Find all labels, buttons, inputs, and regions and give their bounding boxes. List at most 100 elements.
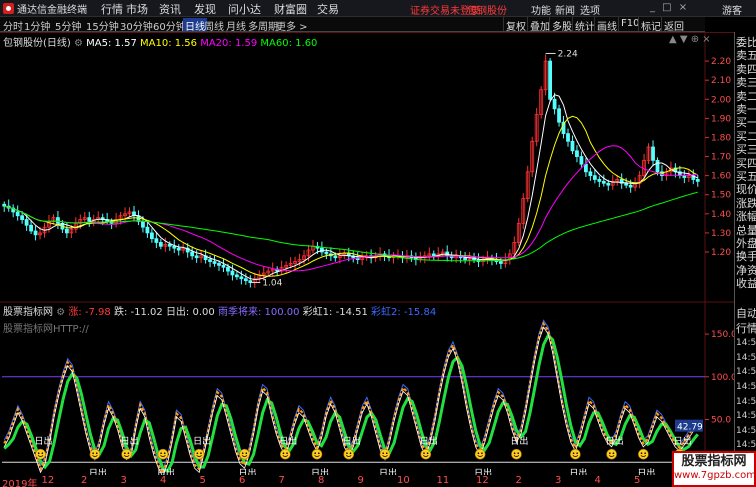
tab-intraday[interactable]: 分时 xyxy=(3,18,23,31)
sunrise-label: 日出 xyxy=(279,435,297,447)
candle-body xyxy=(29,224,33,232)
menu-options[interactable]: 选项 xyxy=(580,2,600,16)
tab-5min[interactable]: 5分钟 xyxy=(55,18,81,31)
smiley-eye xyxy=(163,452,166,454)
window-controls[interactable]: _ □ × xyxy=(650,2,689,13)
indicator-tick-label: 50.0 xyxy=(711,415,731,425)
price-tick-label: 1.70 xyxy=(711,153,731,163)
menu-ask[interactable]: 问小达 xyxy=(228,1,261,16)
stock-name-link[interactable]: 包钢股份 xyxy=(467,2,507,16)
site-logo-url: www.7gpzb.com xyxy=(674,470,756,481)
ma20-line xyxy=(4,145,698,272)
tab-60min[interactable]: 60分钟 xyxy=(153,18,186,31)
candle-body xyxy=(655,159,660,173)
toolbar-restore-rights[interactable]: 复权 xyxy=(503,17,528,31)
date-label: 4 xyxy=(594,475,601,486)
tab-1min[interactable]: 1分钟 xyxy=(24,18,50,31)
menu-function[interactable]: 功能 xyxy=(531,2,551,16)
sunrise-smiley-icon xyxy=(193,448,205,460)
smiley-eye xyxy=(612,452,615,454)
toolbar-draw[interactable]: 画线 xyxy=(594,17,619,31)
smiley-eye xyxy=(426,452,429,454)
candle-body xyxy=(588,171,593,177)
guest-user[interactable]: 游客 xyxy=(722,2,742,16)
date-label: 8 xyxy=(318,475,325,486)
smiley-eye xyxy=(385,452,388,454)
ind-down-value: 跌: -11.02 xyxy=(113,307,163,318)
tab-15min[interactable]: 15分钟 xyxy=(86,18,119,31)
candle-body xyxy=(230,270,235,276)
candle-body xyxy=(158,242,163,247)
side-panel-label: 卖二 xyxy=(736,89,756,103)
candle-body xyxy=(597,179,602,182)
date-label: 2 xyxy=(81,475,88,486)
tab-multi-period[interactable]: 多周期 xyxy=(248,18,278,31)
side-panel-label: 买三 xyxy=(736,143,756,157)
side-panel-label: 行情 xyxy=(736,321,756,335)
menu-quotes[interactable]: 行情 xyxy=(101,1,123,16)
smiley-eye xyxy=(286,452,288,454)
indicator-tick-label: 100.0 xyxy=(711,373,734,383)
date-label: 10 xyxy=(397,475,410,486)
side-panel-label: 总量 xyxy=(736,223,756,237)
sunrise-smiley-icon xyxy=(279,448,291,460)
smiley-eye xyxy=(382,452,384,454)
candle-body xyxy=(243,278,248,282)
ma5-legend: MA5: 1.57 xyxy=(86,38,137,49)
candle-body xyxy=(463,257,467,261)
menu-market[interactable]: 市场 xyxy=(126,1,148,16)
toolbar-multi-stock[interactable]: 多股 xyxy=(549,17,574,31)
sunrise-smiley-icon xyxy=(420,448,432,460)
candle-body xyxy=(24,219,29,226)
sunrise-smiley-icon xyxy=(638,448,649,460)
settings-gear-icon[interactable]: ⚙ xyxy=(74,38,86,49)
price-tick-label: 2.00 xyxy=(711,95,731,105)
menu-bar: 通达信金融终端 行情 市场 资讯 发现 问小达 财富圈 交易 证券交易未登录 包… xyxy=(0,0,756,17)
smiley-eye xyxy=(124,452,126,454)
side-panel-label: 买二 xyxy=(736,129,756,143)
chart-canvas[interactable]: 2.241.04 42.79日出日出日出日出日出日出日出日出日出日出日出日出日出… xyxy=(0,32,734,475)
ma5-line xyxy=(4,94,698,281)
indicator-tick-label: 150.0 xyxy=(711,330,734,340)
toolbar-back[interactable]: 返回 xyxy=(661,17,686,31)
candle-body xyxy=(235,274,239,278)
toolbar-mark[interactable]: 标记 xyxy=(638,17,663,31)
sunrise-smiley-icon xyxy=(121,448,132,460)
ma60-line xyxy=(4,191,698,262)
tab-monthly[interactable]: 月线 xyxy=(226,18,246,31)
smiley-face xyxy=(511,448,522,460)
sunrise-label: 日出 xyxy=(637,467,655,475)
tab-weekly[interactable]: 周线 xyxy=(204,18,224,31)
tab-more[interactable]: 更多 > xyxy=(276,18,308,31)
candle-body xyxy=(212,261,217,264)
menu-trade[interactable]: 交易 xyxy=(317,1,339,16)
price-tick-label: 1.20 xyxy=(711,248,731,258)
indicator-gear-icon[interactable]: ⚙ xyxy=(56,307,68,318)
site-logo-title: 股票指标网 xyxy=(681,454,747,469)
tab-30min[interactable]: 30分钟 xyxy=(120,18,153,31)
side-panel-label: 换手 xyxy=(736,250,756,264)
date-label: 4 xyxy=(160,475,167,486)
menu-discover[interactable]: 发现 xyxy=(194,1,216,16)
panel-controls[interactable]: ▲ ▼ ⊕ × xyxy=(669,34,711,45)
sunrise-label: 日出 xyxy=(121,435,139,447)
side-panel-label: 14:56 xyxy=(736,367,756,378)
candle-body xyxy=(628,184,633,188)
side-panel-label: 卖三 xyxy=(736,76,756,90)
date-label: 5 xyxy=(199,475,206,486)
date-label: 12 xyxy=(41,475,55,486)
candle-body xyxy=(33,230,38,236)
ind-rain-value: 雨季将来: 100.00 xyxy=(217,307,300,318)
quote-side-panel: 委比 卖五 卖四 卖三 卖二 卖一 买一 买二 买三 买四 买五 现价 涨跌 涨幅 总量 外盘 换手 净资 收益 自动… xyxy=(734,32,756,487)
side-panel-label: 14:56 xyxy=(736,411,756,422)
high-price-label: 2.24 xyxy=(558,49,578,59)
candle-body xyxy=(221,264,226,268)
menu-news[interactable]: 资讯 xyxy=(159,1,181,16)
date-label: 2 xyxy=(515,475,522,486)
side-panel-label: 14:56 xyxy=(736,382,756,392)
menu-wealth-circle[interactable]: 财富圈 xyxy=(274,1,307,16)
ind-sunrise-value: 日出: 0.00 xyxy=(165,307,215,318)
menu-news-right[interactable]: 新闻 xyxy=(555,2,575,16)
side-panel-label: 净资 xyxy=(736,263,756,277)
smiley-face xyxy=(311,448,323,460)
